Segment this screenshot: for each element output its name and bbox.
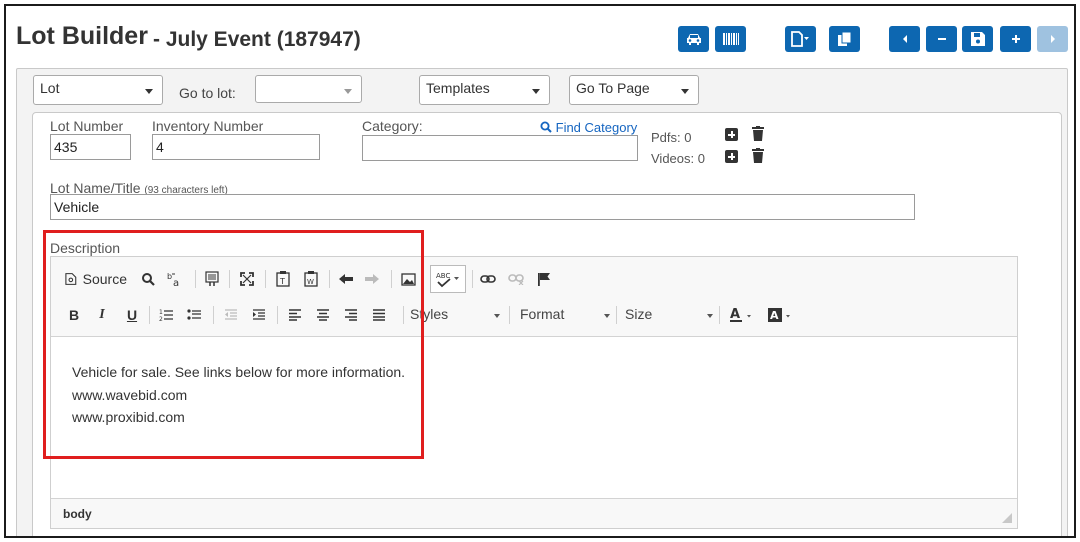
toolbar-divider (616, 306, 617, 324)
go-to-page-value: Go To Page (576, 80, 650, 96)
chevron-down-icon (344, 89, 352, 94)
copy-button[interactable] (829, 26, 860, 52)
resize-handle-icon[interactable] (1002, 513, 1012, 523)
chevron-down-icon (681, 89, 689, 94)
chevron-down-icon (707, 314, 713, 318)
search-icon (540, 121, 552, 133)
minus-icon (937, 38, 946, 40)
chevron-down-icon (532, 89, 540, 94)
go-to-lot-select[interactable] (255, 75, 362, 103)
save-icon (970, 32, 985, 46)
chevron-down-icon (604, 314, 610, 318)
chevron-down-icon (145, 89, 153, 94)
previous-lot-button[interactable] (889, 26, 920, 52)
link-button[interactable] (479, 269, 497, 289)
barcode-icon (722, 33, 739, 45)
go-to-lot-label: Go to lot: (179, 85, 236, 101)
page-header: Lot Builder - July Event (187947) (6, 6, 1074, 68)
next-lot-button[interactable] (1037, 26, 1068, 52)
pdfs-count: Pdfs: 0 (651, 130, 692, 145)
svg-text:ABC: ABC (436, 272, 450, 280)
size-label: Size (625, 306, 653, 322)
lot-name-field[interactable] (50, 194, 915, 220)
templates-value: Templates (426, 80, 490, 96)
toolbar-divider (719, 306, 720, 324)
plus-icon (1011, 35, 1020, 43)
car-icon (686, 34, 701, 45)
copy-icon (837, 31, 851, 46)
size-combo[interactable]: Size (625, 306, 713, 328)
file-dropdown-icon (790, 31, 809, 47)
file-menu-button[interactable] (785, 26, 816, 52)
add-pdf-icon[interactable] (725, 128, 738, 141)
barcode-button[interactable] (715, 26, 746, 52)
templates-select[interactable]: Templates (419, 75, 550, 105)
page-title: Lot Builder (16, 22, 148, 50)
anchor-button[interactable] (535, 269, 553, 289)
spellcheck-icon: ABC (436, 272, 459, 288)
delete-video-icon[interactable] (751, 148, 765, 163)
format-combo[interactable]: Format (520, 306, 610, 328)
flag-icon (538, 273, 550, 286)
background-color-button[interactable]: A (766, 305, 796, 325)
go-to-page-select[interactable]: Go To Page (569, 75, 699, 105)
find-category-link[interactable]: Find Category (540, 120, 637, 135)
add-lot-button[interactable] (1000, 26, 1031, 52)
category-field[interactable] (362, 135, 638, 161)
save-button[interactable] (962, 26, 993, 52)
find-category-label: Find Category (555, 120, 638, 135)
delete-pdf-icon[interactable] (751, 126, 765, 141)
background-color-icon: A (768, 308, 790, 322)
toolbar-divider (509, 306, 510, 324)
prev-icon (902, 35, 907, 43)
unlink-button[interactable] (507, 269, 525, 289)
remove-lot-button[interactable] (926, 26, 957, 52)
text-color-icon: A (730, 307, 751, 322)
text-color-button[interactable]: A (728, 305, 758, 325)
lot-number-field[interactable] (50, 134, 131, 160)
editor-status-bar: body (51, 498, 1017, 528)
format-label: Format (520, 306, 565, 322)
lot-number-label: Lot Number (50, 118, 124, 134)
svg-text:A: A (770, 309, 779, 322)
element-path[interactable]: body (63, 507, 92, 521)
next-icon (1050, 35, 1055, 43)
spellcheck-button[interactable]: ABC (430, 265, 466, 293)
category-label: Category: (362, 118, 423, 134)
lot-type-value: Lot (40, 80, 60, 96)
toolbar-divider (472, 270, 473, 288)
inventory-number-label: Inventory Number (152, 118, 264, 134)
chevron-down-icon (494, 314, 500, 318)
lot-type-select[interactable]: Lot (33, 75, 163, 105)
link-icon (480, 275, 496, 283)
description-highlight-box (43, 230, 424, 459)
inventory-number-field[interactable] (152, 134, 320, 160)
svg-text:A: A (730, 307, 740, 322)
app-window: Lot Builder - July Event (187947) Lot Go… (4, 4, 1076, 538)
vehicle-button[interactable] (678, 26, 709, 52)
add-video-icon[interactable] (725, 150, 738, 163)
unlink-icon (508, 274, 524, 285)
videos-count: Videos: 0 (651, 151, 705, 166)
event-subtitle: - July Event (187947) (153, 28, 361, 51)
